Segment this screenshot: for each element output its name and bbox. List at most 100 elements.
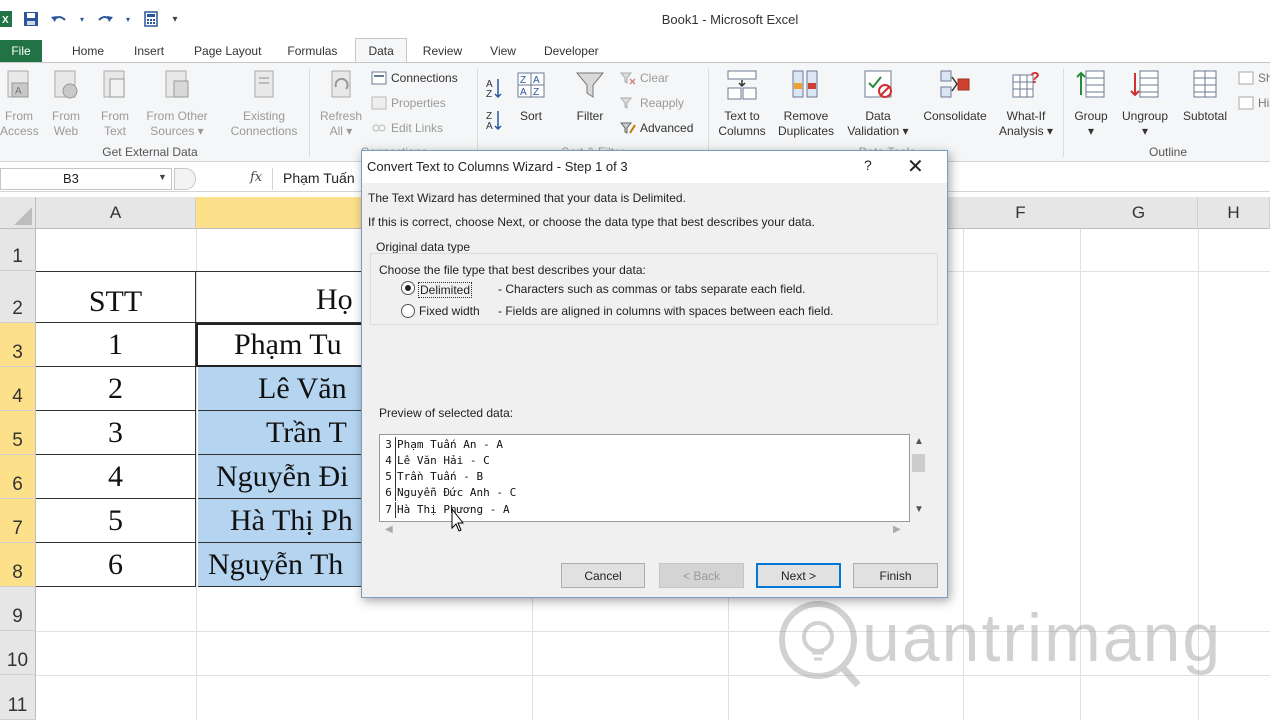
fixed-width-radio[interactable] — [401, 304, 415, 318]
from-text-button[interactable]: From Text — [95, 69, 135, 139]
reapply-icon — [620, 97, 633, 109]
delimited-radio[interactable] — [401, 281, 415, 295]
tab-data[interactable]: Data — [355, 38, 407, 62]
select-all-corner[interactable] — [0, 197, 36, 229]
tab-page-layout[interactable]: Page Layout — [182, 40, 273, 62]
group-icon — [1076, 70, 1105, 98]
connections-button[interactable]: Connections — [371, 71, 458, 85]
ungroup-label: Ungroup — [1121, 109, 1169, 123]
filter-funnel-icon — [575, 72, 605, 98]
tab-file[interactable]: File — [0, 40, 42, 62]
column-header-f[interactable]: F — [945, 197, 1097, 229]
from-other-sources-button[interactable]: From Other Sources ▾ — [140, 69, 214, 139]
hide-detail-button[interactable]: Hi — [1238, 96, 1269, 110]
tab-insert[interactable]: Insert — [122, 40, 176, 62]
remove-duplicates-button[interactable]: Remove Duplicates — [774, 69, 838, 139]
what-if-line1: What-If — [1006, 109, 1046, 123]
reapply-button[interactable]: Reapply — [620, 96, 684, 110]
from-web-button[interactable]: From Web — [46, 69, 86, 139]
what-if-analysis-button[interactable]: ? What-If Analysis ▾ — [994, 69, 1058, 139]
finish-button[interactable]: Finish — [853, 563, 938, 588]
group-label: Group — [1074, 109, 1108, 123]
row-header-3[interactable]: 3 — [0, 323, 36, 367]
row-header-2[interactable]: 2 — [0, 271, 36, 323]
cell-a2[interactable]: STT — [36, 271, 196, 323]
cell-b2[interactable]: Họ — [196, 271, 366, 323]
consolidate-button[interactable]: Consolidate — [918, 69, 992, 124]
row-header-4[interactable]: 4 — [0, 367, 36, 411]
cell-a8[interactable]: 6 — [36, 543, 196, 587]
dialog-title: Convert Text to Columns Wizard - Step 1 … — [367, 159, 628, 174]
properties-button[interactable]: Properties — [371, 96, 446, 110]
tab-developer[interactable]: Developer — [532, 40, 611, 62]
tab-view[interactable]: View — [478, 40, 528, 62]
ungroup-button[interactable]: Ungroup ▾ — [1117, 69, 1173, 139]
fixed-width-label[interactable]: Fixed width — [419, 304, 480, 318]
row-header-11[interactable]: 11 — [0, 675, 36, 720]
group-separator — [477, 69, 478, 157]
subtotal-button[interactable]: Subtotal — [1176, 69, 1234, 124]
column-header-a[interactable]: A — [36, 197, 196, 229]
cell-b6[interactable]: Nguyễn Đi — [198, 455, 366, 499]
scroll-right-icon[interactable]: ▶ — [893, 524, 901, 535]
tab-formulas[interactable]: Formulas — [275, 40, 349, 62]
cell-b4[interactable]: Lê Văn — [198, 367, 366, 411]
show-detail-label: Sh — [1258, 71, 1270, 85]
name-box[interactable]: B3 — [0, 168, 172, 190]
scrollbar-thumb[interactable] — [912, 454, 925, 472]
clear-filter-button[interactable]: Clear — [620, 71, 669, 85]
preview-row-number: 7 — [382, 502, 396, 518]
column-header-h[interactable]: H — [1198, 197, 1270, 229]
row-header-8[interactable]: 8 — [0, 543, 36, 587]
group-button[interactable]: Group ▾ — [1068, 69, 1114, 139]
advanced-label: Advanced — [640, 121, 694, 135]
close-icon[interactable]: ✕ — [907, 154, 924, 179]
cell-a4[interactable]: 2 — [36, 367, 196, 411]
tab-review[interactable]: Review — [411, 40, 474, 62]
back-button[interactable]: < Back — [659, 563, 744, 588]
row-header-1[interactable]: 1 — [0, 229, 36, 271]
cell-b8[interactable]: Nguyễn Th — [198, 543, 366, 587]
column-header-b[interactable] — [196, 197, 366, 229]
from-access-button[interactable]: A From Access — [0, 69, 39, 139]
cancel-button[interactable]: Cancel — [561, 563, 645, 588]
data-validation-button[interactable]: Data Validation ▾ — [842, 69, 914, 139]
formula-bar-splitter[interactable] — [174, 168, 196, 190]
cell-a6[interactable]: 4 — [36, 455, 196, 499]
cell-a7[interactable]: 5 — [36, 499, 196, 543]
sort-button[interactable]: ZAAZ Sort — [511, 69, 551, 124]
row-header-6[interactable]: 6 — [0, 455, 36, 499]
text-to-columns-button[interactable]: Text to Columns — [714, 69, 770, 139]
tab-home[interactable]: Home — [60, 40, 116, 62]
ribbon-tabs: File Home Insert Page Layout Formulas Da… — [0, 38, 1270, 62]
delimited-label[interactable]: Delimited — [418, 282, 473, 298]
preview-vertical-scrollbar[interactable]: ▲ ▼ — [910, 434, 927, 522]
sort-descending-button[interactable]: ZA — [484, 109, 504, 131]
scroll-up-icon[interactable]: ▲ — [914, 436, 924, 447]
name-box-dropdown-icon[interactable]: ▼ — [158, 172, 167, 182]
row-header-10[interactable]: 10 — [0, 631, 36, 675]
sort-ascending-button[interactable]: AZ — [484, 77, 504, 99]
row-header-7[interactable]: 7 — [0, 499, 36, 543]
refresh-all-button[interactable]: Refresh All ▾ — [316, 69, 366, 139]
advanced-filter-button[interactable]: Advanced — [620, 121, 693, 135]
cell-b3[interactable]: Phạm Tu — [196, 323, 366, 367]
edit-links-button[interactable]: Edit Links — [371, 121, 443, 135]
cell-b5[interactable]: Trần T — [198, 411, 366, 455]
help-button[interactable]: ? — [864, 157, 872, 173]
row-header-5[interactable]: 5 — [0, 411, 36, 455]
preview-row-number: 6 — [382, 485, 396, 501]
row-header-9[interactable]: 9 — [0, 587, 36, 631]
filter-button[interactable]: Filter — [570, 69, 610, 124]
dialog-title-bar[interactable]: Convert Text to Columns Wizard - Step 1 … — [362, 151, 947, 183]
show-detail-button[interactable]: Sh — [1238, 71, 1270, 85]
scroll-left-icon[interactable]: ◀ — [385, 524, 393, 535]
cell-a3[interactable]: 1 — [36, 323, 196, 367]
next-button[interactable]: Next > — [756, 563, 841, 588]
existing-connections-button[interactable]: Existing Connections — [224, 69, 304, 139]
cell-b7[interactable]: Hà Thị Ph — [198, 499, 366, 543]
scroll-down-icon[interactable]: ▼ — [914, 504, 924, 515]
cell-a5[interactable]: 3 — [36, 411, 196, 455]
insert-function-icon[interactable]: fx — [250, 170, 262, 185]
column-header-g[interactable]: G — [1080, 197, 1198, 229]
